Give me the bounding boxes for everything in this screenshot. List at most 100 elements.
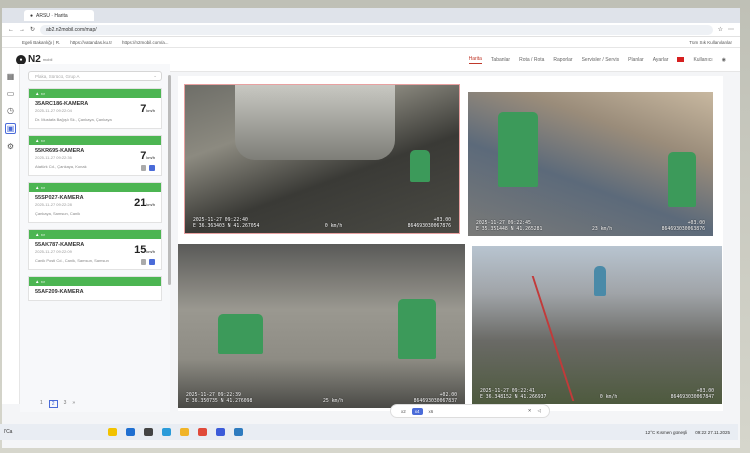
clock-icon[interactable]: ◷ <box>7 106 14 115</box>
gear-icon[interactable]: ⚙ <box>7 142 14 151</box>
trash-icon[interactable] <box>141 165 146 171</box>
search-input[interactable]: Plaka, Sürücü, Grup A ⌄ <box>28 71 162 81</box>
layout-x4-button[interactable]: x4 <box>411 407 423 415</box>
camera-view-icon[interactable] <box>149 259 155 265</box>
browser-tab[interactable]: ● ARSU · Harita <box>24 10 94 21</box>
vehicle-time: 2025-11-27 09:22:36 <box>35 155 72 160</box>
main-nav: Harita Tabanlar Rota / Rota Raporlar Ser… <box>468 56 726 64</box>
trash-icon[interactable] <box>141 259 146 265</box>
taskbar-icons <box>108 428 244 436</box>
nav-raporlar[interactable]: Raporlar <box>553 57 572 63</box>
bookmarks-bar: Egeli Bakanlığı | R. https://vatandas.ku… <box>2 37 740 48</box>
system-tray: 12°C Kısmen güneşli 09:22 27.11.2025 <box>645 430 738 435</box>
menu-icon[interactable]: ⋯ <box>728 26 734 33</box>
forward-icon[interactable]: → <box>19 27 25 33</box>
task-view-icon[interactable] <box>144 428 154 436</box>
card-status-bar: ▲ ▭ <box>29 230 161 239</box>
vehicle-address: Dr. Mustafa Bağışlı Sk., Çankaya, Çankay… <box>35 117 112 122</box>
star-icon[interactable]: ☆ <box>718 26 723 33</box>
weather-text[interactable]: 12°C Kısmen güneşli <box>645 430 687 435</box>
tab-favicon-icon: ● <box>30 12 34 19</box>
vehicle-address: Atatürk Cd., Çankaya, Konak <box>35 164 87 169</box>
monitor-icon[interactable]: ▭ <box>7 89 15 98</box>
worker-figure <box>218 314 263 354</box>
page-next[interactable]: » <box>72 400 75 408</box>
camera-feed-2[interactable]: 2025-11-27 09:22:45 +03.00 E 35.351448 N … <box>468 92 713 236</box>
vehicle-card[interactable]: ▲ ▭ 55AF209-KAMERA <box>28 276 162 301</box>
vehicle-speed: 7km/h <box>140 103 155 115</box>
browser-tabbar: ● ARSU · Harita <box>2 8 740 23</box>
avatar[interactable]: ◉ <box>722 57 726 63</box>
back-icon[interactable]: ← <box>8 27 14 33</box>
mail-icon[interactable] <box>216 428 226 436</box>
start-icon[interactable] <box>126 428 136 436</box>
nav-rota[interactable]: Rota / Rota <box>519 57 544 63</box>
vehicle-list: Plaka, Sürücü, Grup A ⌄ ▲ ▭ 35ARC186-KAME… <box>20 64 170 412</box>
address-bar: ← → ↻ ab2.n2mobil.com/map/ ☆ ⋯ <box>2 23 740 37</box>
app-icon[interactable] <box>234 428 244 436</box>
vehicle-card[interactable]: ▲ ▭ 55AK787-KAMERA 2025-11-27 09:22:09 C… <box>28 229 162 270</box>
clock[interactable]: 09:22 27.11.2025 <box>695 430 730 435</box>
pagination: 1 2 3 » <box>40 400 75 408</box>
vehicle-card[interactable]: ▲ ▭ 55SP027-KAMERA 2025-11-27 09:22:28 Ç… <box>28 182 162 223</box>
truck-shape <box>235 85 395 160</box>
vehicle-speed: 7km/h <box>140 150 155 162</box>
bookmark-2[interactable]: https://vatandas.ku.tr <box>70 40 112 45</box>
flag-icon[interactable] <box>677 57 685 62</box>
card-status-bar: ▲ ▭ <box>29 136 161 145</box>
vehicle-address: Canik Posti Cd., Canik, Samsun, Samsun <box>35 258 109 263</box>
chevron-down-icon[interactable]: ⌄ <box>153 73 157 79</box>
worker-figure <box>410 150 430 182</box>
url-input[interactable]: ab2.n2mobil.com/map/ <box>40 24 713 35</box>
nav-ayarlar[interactable]: Ayarlar <box>653 57 669 63</box>
folder-icon[interactable] <box>180 428 190 436</box>
page-1[interactable]: 1 <box>40 400 43 408</box>
worker-figure <box>594 266 606 296</box>
vehicle-card[interactable]: ▲ ▭ 55KR695-KAMERA 2025-11-27 09:22:36 A… <box>28 135 162 176</box>
bookmark-3[interactable]: https://n2mobil.com/a... <box>122 40 169 45</box>
nav-harita[interactable]: Harita <box>468 56 482 64</box>
bookmark-1[interactable]: Egeli Bakanlığı | R. <box>22 40 60 45</box>
camera-overlay: 2025-11-27 09:22:45 +03.00 E 35.351448 N … <box>476 221 705 232</box>
layout-x6-button[interactable]: x6 <box>429 409 434 414</box>
card-status-bar: ▲ ▭ <box>29 277 161 286</box>
vehicle-name: 35ARC186-KAMERA <box>35 101 89 107</box>
icon-rail: ▦ ▭ ◷ ▣ ⚙ <box>2 64 20 404</box>
vehicle-speed: 21km/h <box>134 197 155 209</box>
bookmarks-all[interactable]: Tüm Sık Kullanılanlar <box>689 40 732 45</box>
chrome-icon[interactable] <box>198 428 208 436</box>
widgets-icon[interactable] <box>108 428 118 436</box>
nav-servisler[interactable]: Servisler / Servis <box>582 57 620 63</box>
nav-planlar[interactable]: Planlar <box>628 57 644 63</box>
fullscreen-icon[interactable]: ◁ <box>538 408 541 414</box>
logo-icon: ● <box>16 54 26 65</box>
worker-figure <box>668 152 696 207</box>
user-name[interactable]: Kullanıcı <box>693 57 712 63</box>
vehicle-name: 55AF209-KAMERA <box>35 289 84 295</box>
vehicle-card[interactable]: ▲ ▭ 35ARC186-KAMERA 2025-11-27 09:22:04 … <box>28 88 162 129</box>
page-2[interactable]: 2 <box>48 400 58 408</box>
camera-overlay: 2025-11-27 09:22:40 +03.00 E 36.363403 N … <box>193 218 451 229</box>
camera-feed-3[interactable]: 2025-11-27 09:22:39 +02.00 E 36.350735 N … <box>178 244 465 408</box>
camera-feed-1[interactable]: 2025-11-27 09:22:40 +03.00 E 36.363403 N … <box>184 84 460 234</box>
edge-icon[interactable] <box>162 428 172 436</box>
vehicle-name: 55KR695-KAMERA <box>35 148 85 154</box>
list-scrollbar[interactable] <box>168 75 171 285</box>
worker-figure <box>398 299 436 359</box>
camera-overlay: 2025-11-27 09:22:41 +03.00 E 36.348152 N … <box>480 389 714 400</box>
layout-x2-button[interactable]: x2 <box>401 409 406 414</box>
page-3[interactable]: 3 <box>64 400 67 408</box>
vehicle-speed: 15km/h <box>134 244 155 256</box>
grid-layout-controls: x2 x4 x6 ✕ ◁ <box>390 404 550 418</box>
camera-icon[interactable]: ▣ <box>5 123 16 134</box>
vehicle-address: Çankaya, Samsun, Canik <box>35 211 81 216</box>
close-icon[interactable]: ✕ <box>528 408 532 414</box>
nav-tabanlar[interactable]: Tabanlar <box>491 57 510 63</box>
camera-view-icon[interactable] <box>149 165 155 171</box>
map-icon[interactable]: ▦ <box>7 72 15 81</box>
worker-figure <box>498 112 538 187</box>
taskbar-left-text: l'Ca <box>4 429 13 435</box>
reload-icon[interactable]: ↻ <box>30 26 35 33</box>
vehicle-time: 2025-11-27 09:22:04 <box>35 108 72 113</box>
camera-feed-4[interactable]: 2025-11-27 09:22:41 +03.00 E 36.348152 N … <box>472 246 722 404</box>
